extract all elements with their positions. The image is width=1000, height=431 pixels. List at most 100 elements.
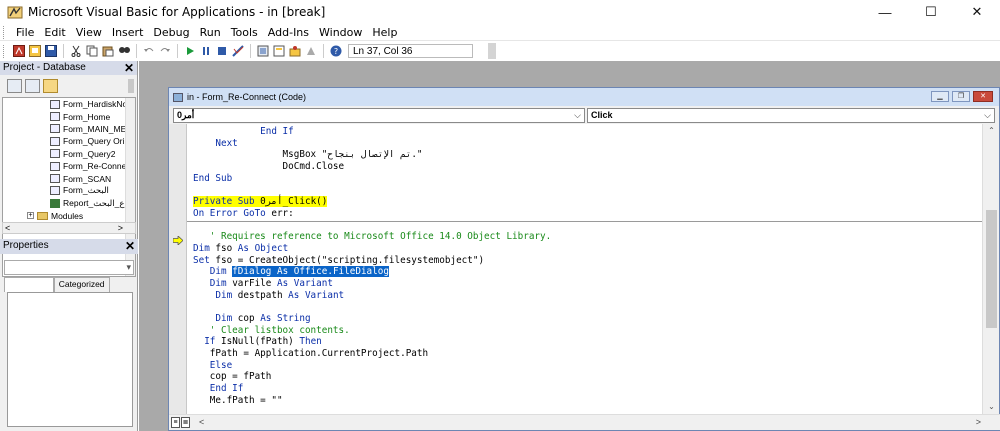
toggle-folders-button[interactable]	[43, 79, 58, 93]
scroll-down-icon[interactable]: ⌄	[983, 400, 1000, 414]
insert-module-icon[interactable]	[29, 45, 41, 57]
scroll-left-icon[interactable]: <	[199, 417, 204, 427]
code-line[interactable]: End Sub	[193, 173, 973, 185]
tab-alphabetic[interactable]: Alphabetic	[4, 277, 54, 292]
menu-view[interactable]: View	[71, 26, 107, 39]
properties-window-icon[interactable]	[273, 45, 285, 57]
procedure-combo[interactable]: Click ⌵	[587, 108, 995, 123]
menu-edit[interactable]: Edit	[39, 26, 70, 39]
scroll-right-icon[interactable]: >	[976, 417, 981, 427]
project-explorer-icon[interactable]	[257, 45, 269, 57]
code-line[interactable]: Set fso = CreateObject("scripting.filesy…	[193, 255, 973, 267]
code-minimize-button[interactable]: ▁	[931, 91, 949, 102]
copy-icon[interactable]	[86, 45, 98, 57]
break-icon[interactable]	[200, 45, 212, 57]
scroll-left-icon[interactable]: <	[5, 223, 10, 233]
menu-grip[interactable]	[3, 25, 6, 39]
full-module-view-icon[interactable]: ≣	[181, 417, 190, 428]
scroll-up-icon[interactable]: ⌃	[983, 124, 1000, 138]
reset-icon[interactable]	[216, 45, 228, 57]
object-select[interactable]: ▾	[4, 260, 134, 275]
code-window-titlebar[interactable]: in - Form_Re-Connect (Code) ▁ ❐ ✕	[169, 88, 999, 106]
code-line[interactable]: fPath = Application.CurrentProject.Path	[193, 348, 973, 360]
toolbox-icon[interactable]	[305, 45, 317, 57]
expand-icon[interactable]: +	[27, 212, 34, 220]
close-button[interactable]: ✕	[954, 0, 1000, 24]
project-panel-close-icon[interactable]: ✕	[124, 61, 134, 75]
code-text[interactable]: End If Next MsgBox "تم الإتصال بنجاح." D…	[193, 126, 973, 407]
scroll-thumb[interactable]	[986, 210, 997, 328]
object-browser-icon[interactable]	[289, 45, 301, 57]
code-line[interactable]: Private Sub أمر0_Click()	[193, 196, 973, 208]
undo-icon[interactable]	[143, 45, 155, 57]
code-line[interactable]	[193, 220, 973, 232]
code-line[interactable]: Next	[193, 138, 973, 150]
tree-item[interactable]: Form_SCAN	[3, 172, 135, 184]
code-close-button[interactable]: ✕	[973, 91, 993, 102]
maximize-button[interactable]: ☐	[908, 0, 954, 24]
paste-icon[interactable]	[102, 45, 114, 57]
tree-folder-modules[interactable]: + Modules	[3, 210, 135, 222]
code-horizontal-scrollbar[interactable]: ≡ ≣ < >	[169, 414, 1000, 430]
redo-icon[interactable]	[159, 45, 171, 57]
menu-tools[interactable]: Tools	[226, 26, 263, 39]
tree-item[interactable]: Form_Re-Conne	[3, 160, 135, 172]
view-access-icon[interactable]	[13, 45, 25, 57]
find-icon[interactable]	[118, 45, 130, 57]
object-combo[interactable]: أمر0 ⌵	[173, 108, 585, 123]
tree-item[interactable]: Form_البحث	[3, 185, 135, 197]
code-line[interactable]: DoCmd.Close	[193, 161, 973, 173]
tree-item[interactable]: Form_Query2	[3, 148, 135, 160]
menu-help[interactable]: Help	[367, 26, 402, 39]
procedure-view-icon[interactable]: ≡	[171, 417, 180, 428]
menu-insert[interactable]: Insert	[107, 26, 149, 39]
code-line[interactable]: ' Clear listbox contents.	[193, 325, 973, 337]
save-icon[interactable]	[45, 45, 57, 57]
menu-add-ins[interactable]: Add-Ins	[263, 26, 314, 39]
code-line[interactable]	[193, 184, 973, 196]
tree-horizontal-scrollbar[interactable]: < >	[2, 222, 136, 234]
code-line[interactable]: Me.fPath = ""	[193, 395, 973, 407]
view-object-button[interactable]	[25, 79, 40, 93]
code-line[interactable]: Dim destpath As Variant	[193, 290, 973, 302]
code-line[interactable]: End If	[193, 126, 973, 138]
minimize-button[interactable]: —	[862, 0, 908, 24]
tree-item[interactable]: Form_HardiskNo	[3, 98, 135, 110]
properties-grid[interactable]	[7, 292, 133, 427]
code-line[interactable]: End If	[193, 383, 973, 395]
code-vertical-scrollbar[interactable]: ⌃ ⌄	[982, 124, 999, 414]
code-line[interactable]: MsgBox "تم الإتصال بنجاح."	[193, 149, 973, 161]
scroll-right-icon[interactable]: >	[118, 223, 123, 233]
code-line[interactable]	[193, 301, 973, 313]
code-line[interactable]: Dim varFile As Variant	[193, 278, 973, 290]
tab-categorized[interactable]: Categorized	[53, 277, 110, 292]
code-line[interactable]: cop = fPath	[193, 371, 973, 383]
code-line[interactable]: If IsNull(fPath) Then	[193, 336, 973, 348]
code-line[interactable]: Dim fso As Object	[193, 243, 973, 255]
menu-window[interactable]: Window	[314, 26, 367, 39]
toolbar-grip[interactable]	[3, 44, 6, 58]
code-line[interactable]: On Error GoTo err:	[193, 208, 973, 220]
toolbar-overflow[interactable]	[488, 43, 496, 59]
view-code-button[interactable]	[7, 79, 22, 93]
menu-debug[interactable]: Debug	[148, 26, 194, 39]
code-line[interactable]: ' Requires reference to Microsoft Office…	[193, 231, 973, 243]
code-editor[interactable]: End If Next MsgBox "تم الإتصال بنجاح." D…	[169, 124, 983, 414]
project-toolbar-overflow[interactable]	[128, 79, 134, 93]
menu-file[interactable]: File	[11, 26, 39, 39]
design-mode-icon[interactable]	[232, 45, 244, 57]
menu-run[interactable]: Run	[195, 26, 226, 39]
tree-item[interactable]: Form_MAIN_ME	[3, 123, 135, 135]
help-icon[interactable]: ?	[330, 45, 342, 57]
code-restore-button[interactable]: ❐	[952, 91, 970, 102]
tree-item[interactable]: Form_Home	[3, 110, 135, 122]
cut-icon[interactable]	[70, 45, 82, 57]
run-icon[interactable]	[184, 45, 196, 57]
tree-item[interactable]: Report_ع_البحث	[3, 197, 135, 209]
code-line[interactable]: Dim cop As String	[193, 313, 973, 325]
code-line[interactable]: Else	[193, 360, 973, 372]
properties-panel-close-icon[interactable]: ✕	[125, 239, 135, 253]
margin-indicator-bar[interactable]	[169, 124, 187, 414]
tree-item[interactable]: Form_Query Ori	[3, 135, 135, 147]
code-line[interactable]: Dim fDialog As Office.FileDialog	[193, 266, 973, 278]
